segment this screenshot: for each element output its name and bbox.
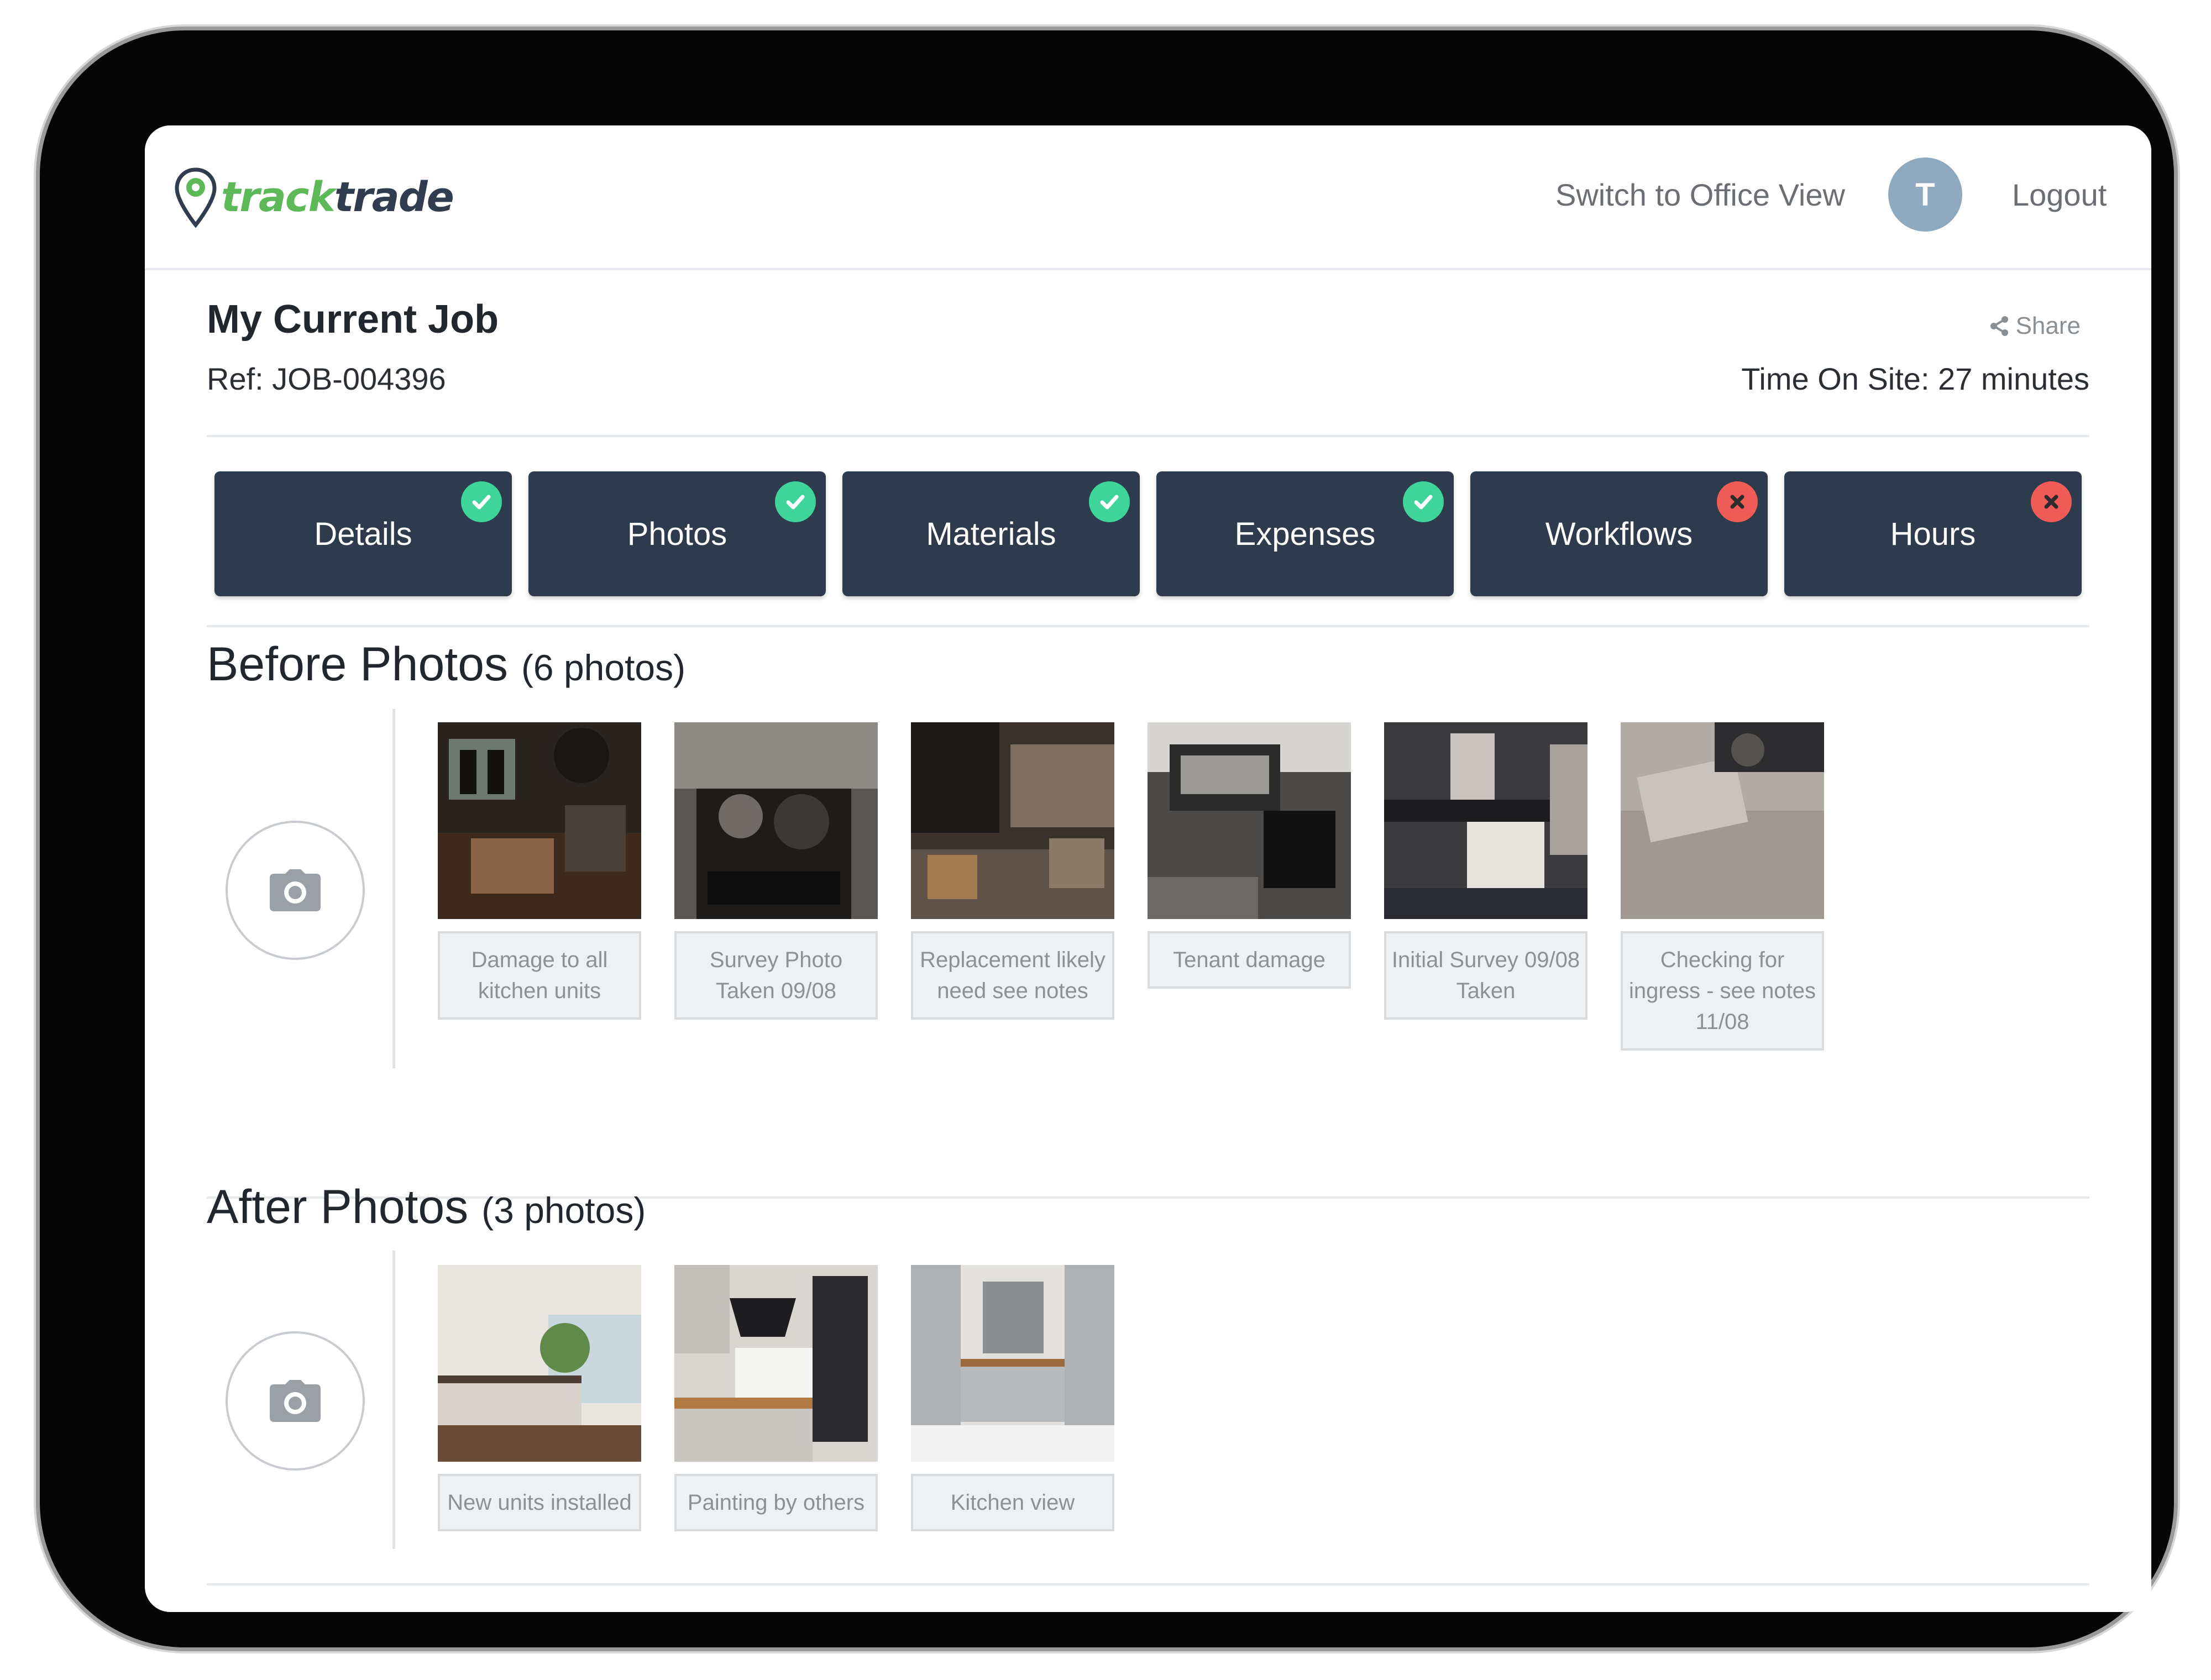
divider	[207, 625, 2089, 627]
app-screen: tracktrade Switch to Office View T Logou…	[145, 125, 2151, 1612]
photo-card[interactable]: Kitchen view	[911, 1265, 1114, 1531]
tab-materials[interactable]: Materials	[842, 471, 1140, 596]
photo-thumbnail	[438, 722, 641, 919]
photo-thumbnail	[438, 1265, 641, 1462]
photo-caption: Initial Survey 09/08 Taken	[1384, 931, 1587, 1020]
vertical-divider	[392, 1251, 395, 1549]
photo-thumbnail	[1621, 722, 1824, 919]
check-icon	[1089, 481, 1130, 522]
tab-details[interactable]: Details	[214, 471, 512, 596]
after-photos-title: After Photos	[207, 1180, 469, 1233]
photo-caption: Kitchen view	[911, 1474, 1114, 1531]
photo-caption: Replacement likely need see notes	[911, 931, 1114, 1020]
top-header: tracktrade Switch to Office View T Logou…	[145, 125, 2151, 270]
user-avatar[interactable]: T	[1888, 158, 1962, 232]
photo-card[interactable]: Painting by others	[674, 1265, 878, 1531]
add-after-photo-button[interactable]	[226, 1331, 365, 1471]
tab-hours[interactable]: Hours	[1784, 471, 2082, 596]
photo-caption: Checking for ingress - see notes 11/08	[1621, 931, 1824, 1051]
cross-icon	[1717, 481, 1758, 522]
photo-card[interactable]: Checking for ingress - see notes 11/08	[1621, 722, 1824, 1051]
photo-card[interactable]: Survey Photo Taken 09/08	[674, 722, 878, 1020]
job-reference: Ref: JOB-004396	[207, 361, 446, 396]
after-photos-heading: After Photos (3 photos)	[207, 1180, 646, 1235]
location-pin-icon	[175, 167, 217, 228]
check-icon	[461, 481, 502, 522]
check-icon	[1403, 481, 1444, 522]
tablet-frame: tracktrade Switch to Office View T Logou…	[36, 27, 2178, 1651]
tab-label: Details	[314, 516, 412, 552]
cross-icon	[2031, 481, 2072, 522]
tab-workflows[interactable]: Workflows	[1470, 471, 1768, 596]
after-photo-list: New units installed Painting by others K…	[438, 1265, 1114, 1531]
page-title: My Current Job	[207, 297, 499, 342]
tab-label: Materials	[926, 516, 1056, 552]
share-button[interactable]: Share	[1988, 312, 2081, 340]
photo-card[interactable]: New units installed	[438, 1265, 641, 1531]
photo-card[interactable]: Initial Survey 09/08 Taken	[1384, 722, 1587, 1020]
logout-link[interactable]: Logout	[2012, 173, 2107, 217]
after-photos-count: (3 photos)	[481, 1190, 646, 1231]
photo-thumbnail	[911, 1265, 1114, 1462]
photo-caption: New units installed	[438, 1474, 641, 1531]
photo-thumbnail	[1384, 722, 1587, 919]
photo-thumbnail	[674, 1265, 878, 1462]
photo-card[interactable]: Damage to all kitchen units	[438, 722, 641, 1020]
switch-office-view-link[interactable]: Switch to Office View	[1555, 173, 1845, 217]
share-label: Share	[2015, 312, 2081, 339]
tracktrade-logo[interactable]: tracktrade	[174, 164, 454, 230]
vertical-divider	[392, 709, 395, 1068]
photo-caption: Tenant damage	[1148, 931, 1351, 989]
photo-thumbnail	[911, 722, 1114, 919]
photo-thumbnail	[1148, 722, 1351, 919]
share-icon	[1990, 316, 2008, 336]
photo-caption: Painting by others	[674, 1474, 878, 1531]
tab-expenses[interactable]: Expenses	[1156, 471, 1454, 596]
check-icon	[775, 481, 816, 522]
photo-caption: Damage to all kitchen units	[438, 931, 641, 1020]
tab-label: Expenses	[1234, 516, 1376, 552]
before-photo-list: Damage to all kitchen units Survey Photo…	[438, 722, 1824, 1051]
photo-thumbnail	[674, 722, 878, 919]
divider	[207, 1583, 2089, 1586]
add-before-photo-button[interactable]	[226, 821, 365, 960]
time-on-site: Time On Site: 27 minutes	[1741, 361, 2089, 396]
before-photos-title: Before Photos	[207, 638, 509, 691]
tab-label: Workflows	[1545, 516, 1693, 552]
camera-icon	[270, 1380, 321, 1422]
divider	[207, 435, 2089, 437]
before-photos-heading: Before Photos (6 photos)	[207, 637, 685, 692]
photo-caption: Survey Photo Taken 09/08	[674, 931, 878, 1020]
photo-card[interactable]: Replacement likely need see notes	[911, 722, 1114, 1020]
camera-icon	[270, 869, 321, 911]
tab-photos[interactable]: Photos	[528, 471, 826, 596]
logo-text-trade: trade	[334, 174, 454, 221]
tab-label: Hours	[1890, 516, 1976, 552]
photo-card[interactable]: Tenant damage	[1148, 722, 1351, 989]
tab-label: Photos	[627, 516, 727, 552]
logo-text-track: track	[221, 174, 336, 221]
job-tabs: Details Photos Materials Expenses Workfl…	[214, 471, 2082, 596]
before-photos-count: (6 photos)	[521, 647, 686, 688]
